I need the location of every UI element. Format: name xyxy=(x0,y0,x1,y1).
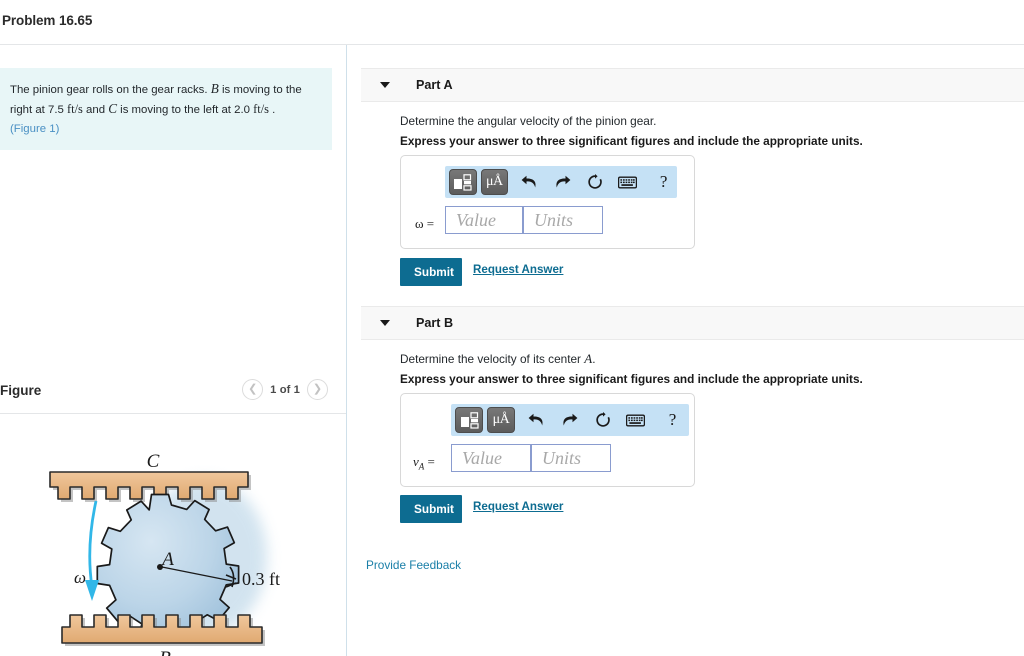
keyboard-icon[interactable] xyxy=(614,169,641,195)
statement-text-1: The pinion gear rolls on the gear racks. xyxy=(10,84,211,96)
statement-unit-2: ft/s xyxy=(253,102,269,117)
problem-header: Problem 16.65 xyxy=(0,0,1024,44)
figure-image: C B A ω 0.3 ft xyxy=(0,417,346,656)
page-title: Problem 16.65 xyxy=(2,13,93,28)
part-b-instruction: Express your answer to three significant… xyxy=(400,372,863,386)
figure-navigation: ❮ 1 of 1 ❯ xyxy=(242,379,328,400)
statement-text-5: is moving to the left at 2.0 xyxy=(117,104,254,117)
part-b-answer-box: μÅ ? vA = Value Units xyxy=(400,393,695,487)
micro-angstrom-units-icon[interactable]: μÅ xyxy=(487,407,515,433)
help-icon-label: ? xyxy=(659,172,668,191)
part-b-header[interactable]: Part B xyxy=(361,306,1024,340)
part-b-value-input[interactable] xyxy=(451,444,531,472)
caret-down-icon[interactable] xyxy=(380,82,390,88)
part-a-title: Part A xyxy=(416,78,453,92)
part-a-value-input[interactable] xyxy=(445,206,523,234)
statement-text-3: at 7.5 xyxy=(35,104,68,117)
part-b-prompt-tail: . xyxy=(592,352,596,366)
part-a-answer-box: μÅ ? ω = Value Units xyxy=(400,155,695,249)
part-b-toolbar: μÅ ? xyxy=(451,404,689,436)
part-b-units-input[interactable] xyxy=(531,444,611,472)
math-templates-icon[interactable] xyxy=(455,407,483,433)
micro-angstrom-units-icon[interactable]: μÅ xyxy=(480,169,509,195)
label-omega: ω xyxy=(74,568,86,587)
reset-circular-arrow-icon[interactable] xyxy=(581,169,608,195)
question-mark-icon[interactable]: ? xyxy=(659,407,686,433)
problem-statement: The pinion gear rolls on the gear racks.… xyxy=(0,68,332,150)
figure-header: Figure ❮ 1 of 1 ❯ xyxy=(0,378,346,411)
chevron-right-icon[interactable]: ❯ xyxy=(307,379,328,400)
statement-text-6: . xyxy=(268,104,276,117)
statement-var-c: C xyxy=(108,101,117,117)
part-b-title: Part B xyxy=(416,316,454,330)
left-panel: The pinion gear rolls on the gear racks.… xyxy=(0,45,346,656)
undo-arrow-icon[interactable] xyxy=(523,407,550,433)
label-bottom-rack-b: B xyxy=(159,648,171,656)
label-gear-center-a: A xyxy=(160,549,174,570)
question-mark-icon[interactable]: ? xyxy=(650,169,677,195)
units-icon-label: μÅ xyxy=(485,174,503,189)
part-a-request-answer-link[interactable]: Request Answer xyxy=(473,263,563,276)
figure-section-label: Figure xyxy=(0,383,42,398)
statement-var-b: B xyxy=(210,81,219,96)
part-a-units-input[interactable] xyxy=(523,206,603,234)
keyboard-icon[interactable] xyxy=(622,407,649,433)
part-a-submit-button[interactable]: Submit xyxy=(400,258,462,286)
statement-unit-1: ft/s xyxy=(67,102,83,117)
part-a-variable-label: ω = xyxy=(415,216,435,231)
units-icon-label: μÅ xyxy=(492,412,510,427)
math-templates-icon[interactable] xyxy=(449,169,477,195)
chevron-left-icon[interactable]: ❮ xyxy=(242,379,264,400)
figure-counter: 1 of 1 xyxy=(270,383,300,396)
part-b-prompt-text: Determine the velocity of its center xyxy=(400,352,585,366)
undo-arrow-icon[interactable] xyxy=(516,169,543,195)
part-b-prompt: Determine the velocity of its center A. xyxy=(400,351,595,367)
figure-divider xyxy=(0,413,346,414)
part-b-prompt-var: A xyxy=(584,351,593,366)
part-a-prompt-text: Determine the angular velocity of the pi… xyxy=(400,114,657,128)
part-b-submit-button[interactable]: Submit xyxy=(400,495,462,523)
part-b-request-answer-link[interactable]: Request Answer xyxy=(473,500,563,513)
part-a-instruction: Express your answer to three significant… xyxy=(400,134,863,148)
redo-arrow-icon[interactable] xyxy=(556,407,583,433)
redo-arrow-icon[interactable] xyxy=(549,169,576,195)
reset-circular-arrow-icon[interactable] xyxy=(589,407,616,433)
part-a-header[interactable]: Part A xyxy=(361,68,1024,102)
figure-reference-link[interactable]: (Figure 1) xyxy=(10,121,320,138)
provide-feedback-link[interactable]: Provide Feedback xyxy=(366,558,461,572)
label-top-rack-c: C xyxy=(147,451,160,472)
help-icon-label: ? xyxy=(668,410,677,429)
part-a-prompt: Determine the angular velocity of the pi… xyxy=(400,113,656,129)
part-b-variable-label: vA = xyxy=(413,454,435,472)
label-radius: 0.3 ft xyxy=(242,569,280,589)
problem-page: Problem 16.65 The pinion gear rolls on t… xyxy=(0,0,1024,656)
statement-text-4: and xyxy=(82,104,109,117)
caret-down-icon[interactable] xyxy=(380,320,390,326)
omega-arrow-icon xyxy=(85,500,99,601)
part-a-toolbar: μÅ ? xyxy=(445,166,677,198)
